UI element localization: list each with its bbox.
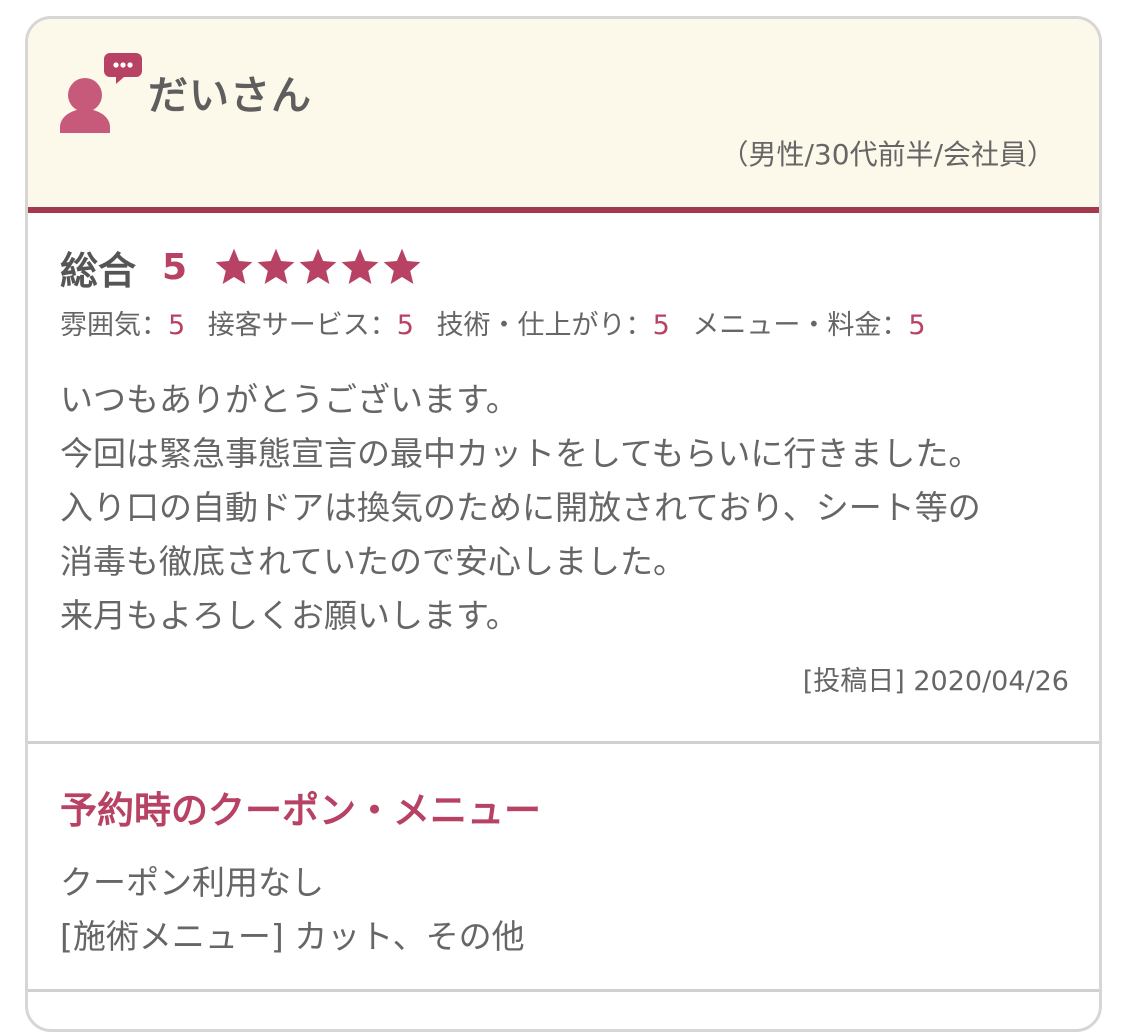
sub-ratings: 雰囲気：5 接客サービス：5 技術・仕上がり：5 メニュー・料金：5 [60,303,926,342]
sub-rating-value: 5 [908,310,926,341]
review-line: 来月もよろしくお願いします。 [60,596,519,635]
star-icon [215,248,253,284]
star-icon [341,248,379,284]
sub-rating-value: 5 [168,310,186,341]
sub-rating-label: 接客サービス： [207,310,397,341]
user-comment-icon [60,53,142,133]
posted-date: [投稿日] 2020/04/26 [802,666,1069,697]
star-icon [257,248,295,284]
review-card: だいさん （男性/30代前半/会社員） 総合 5 雰囲気：5 接客サービス：5 … [25,16,1102,1032]
overall-rating: 総合 5 [60,239,423,295]
reviewer-profile: （男性/30代前半/会社員） [720,138,1056,171]
star-icon [383,248,421,284]
reviewer-name: だいさん [148,73,312,119]
review-line: 入り口の自動ドアは換気のために開放されており、シート等の [60,488,981,527]
coupon-usage: クーポン利用なし [60,863,324,902]
review-line: 今回は緊急事態宣言の最中カットをしてもらいに行きました。 [60,434,982,473]
treatment-menu: [施術メニュー] カット、その他 [60,917,525,956]
overall-score: 5 [162,246,188,288]
coupon-section: 予約時のクーポン・メニュー クーポン利用なし [施術メニュー] カット、その他 [28,744,1099,992]
review-section: 総合 5 雰囲気：5 接客サービス：5 技術・仕上がり：5 メニュー・料金：5 … [28,213,1099,744]
coupon-title: 予約時のクーポン・メニュー [60,789,541,832]
sub-rating-value: 5 [652,310,670,341]
sub-rating-value: 5 [396,310,414,341]
review-line: 消毒も徹底されていたので安心しました。 [60,542,687,581]
star-icon [299,248,337,284]
review-line: いつもありがとうございます。 [60,380,519,419]
sub-rating-label: メニュー・料金： [692,310,909,341]
star-rating [213,246,423,288]
reviewer-header: だいさん （男性/30代前半/会社員） [28,19,1099,213]
overall-label: 総合 [60,248,137,293]
sub-rating-label: 技術・仕上がり： [436,310,653,341]
sub-rating-label: 雰囲気： [60,310,168,341]
review-body: いつもありがとうございます。 今回は緊急事態宣言の最中カットをしてもらいに行きま… [60,373,1070,643]
